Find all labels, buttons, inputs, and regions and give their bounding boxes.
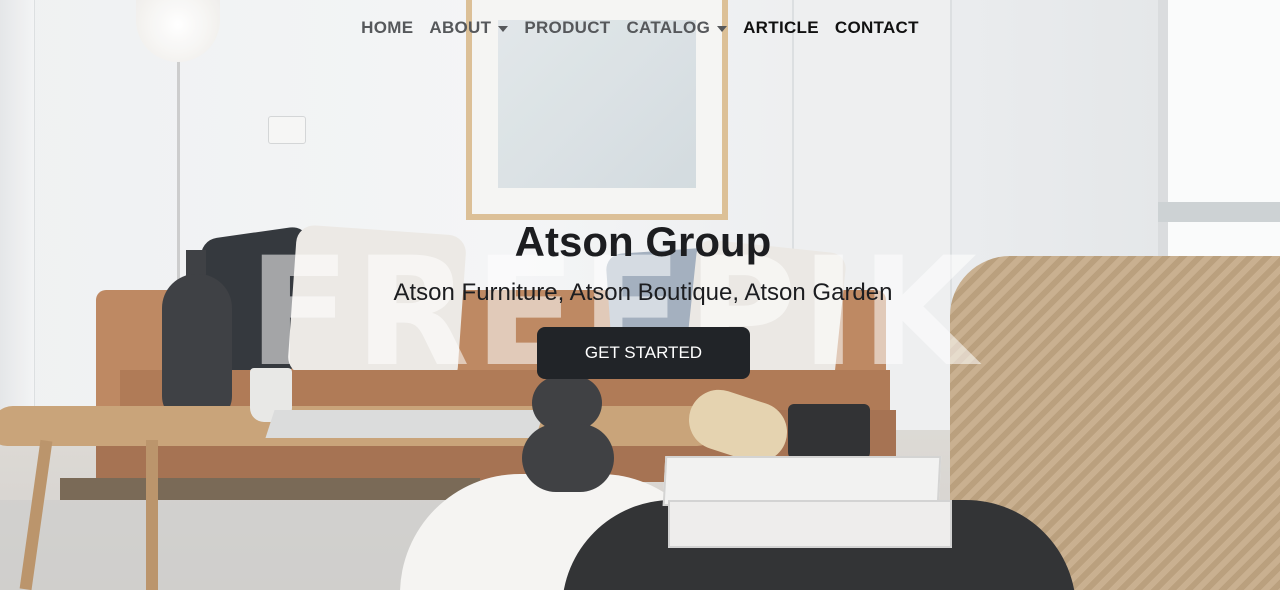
nav-item-catalog[interactable]: CATALOG xyxy=(618,18,735,38)
hero: Atson Group Atson Furniture, Atson Bouti… xyxy=(0,214,1280,310)
nav-item-home[interactable]: HOME xyxy=(353,18,421,38)
nav-item-label: HOME xyxy=(361,18,414,37)
hero-subtitle: Atson Furniture, Atson Boutique, Atson G… xyxy=(393,279,893,306)
nav-item-product[interactable]: PRODUCT xyxy=(516,18,618,38)
chevron-down-icon xyxy=(717,26,728,32)
nav-item-label: ABOUT xyxy=(429,18,492,37)
nav-item-label: CONTACT xyxy=(834,18,919,37)
nav-item-about[interactable]: ABOUT xyxy=(421,18,516,38)
nav-item-article[interactable]: ARTICLE xyxy=(735,18,827,38)
nav-item-contact[interactable]: CONTACT xyxy=(827,18,927,38)
get-started-button[interactable]: GET STARTED xyxy=(537,327,750,379)
chevron-down-icon xyxy=(498,26,509,32)
hero-title: Atson Group xyxy=(514,218,772,265)
nav-item-label: ARTICLE xyxy=(743,18,819,37)
nav-item-label: CATALOG xyxy=(626,18,711,37)
main-nav: HOME ABOUT PRODUCT CATALOG ARTICLE CONTA… xyxy=(0,0,1280,56)
nav-item-label: PRODUCT xyxy=(524,18,611,37)
